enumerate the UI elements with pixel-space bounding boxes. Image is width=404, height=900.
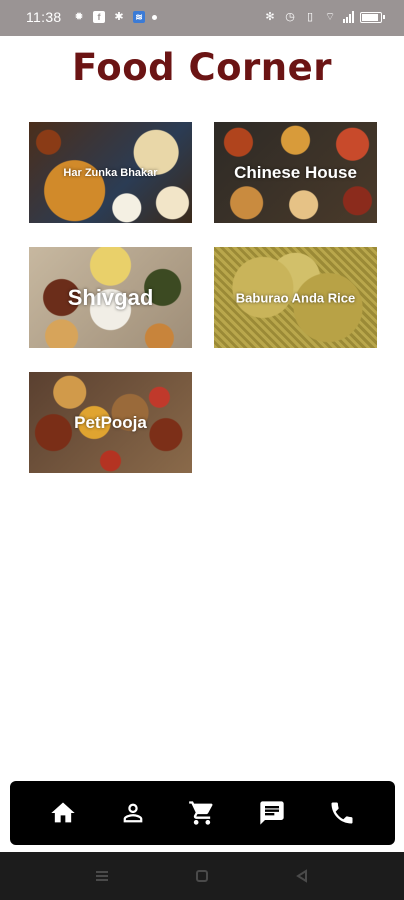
nav-phone-button[interactable] [322,793,362,833]
system-navigation-bar [0,852,404,900]
status-system-icons: ✻ ◷ ▯ ⌔ [263,10,385,24]
restaurant-name: Shivgad [67,284,154,310]
restaurant-name: Har Zunka Bhakar [63,166,158,179]
nav-home-button[interactable] [43,793,83,833]
restaurant-name: Baburao Anda Rice [235,290,356,305]
nav-chat-button[interactable] [252,793,292,833]
system-back-button[interactable] [292,866,312,886]
restaurant-card-chinese-house[interactable]: Chinese House [214,122,377,223]
menu-icon [96,871,108,881]
app-title: Food Corner [72,46,332,89]
restaurant-name: PetPooja [74,412,147,432]
chat-icon [260,801,284,825]
restaurant-card-petpooja[interactable]: PetPooja [29,372,192,473]
dot-icon [152,14,157,20]
home-icon [51,802,75,823]
battery-icon [360,11,385,23]
status-time: 11:38 [26,9,62,25]
alarm-icon: ◷ [285,11,295,23]
wifi-icon: ⌔ [324,11,336,23]
app-icon: ≋ [133,11,145,23]
profile-icon [123,803,143,823]
status-notification-icons: ✹ f ✱ ≋ [72,10,157,24]
status-bar: 11:38 ✹ f ✱ ≋ ✻ ◷ ▯ ⌔ [0,0,404,36]
nav-profile-button[interactable] [113,793,153,833]
system-home-button[interactable] [192,866,212,886]
restaurant-card-baburao-anda-rice[interactable]: Baburao Anda Rice [214,247,377,348]
cart-icon [189,801,213,825]
restaurant-name: Chinese House [234,162,357,182]
vibrate-icon: ▯ [306,11,314,23]
settings-icon: ✹ [74,11,84,23]
phone-icon [331,802,353,824]
app-screen: 11:38 ✹ f ✱ ≋ ✻ ◷ ▯ ⌔ Food Corner Har Zu… [0,0,404,900]
restaurant-card-shivgad[interactable]: Shivgad [29,247,192,348]
home-square-icon [196,870,208,882]
bluetooth-icon: ✻ [265,11,275,23]
facebook-icon: f [93,11,105,23]
back-icon [296,869,307,883]
restaurant-card-har-zunka-bhakar[interactable]: Har Zunka Bhakar [29,122,192,223]
nav-cart-button[interactable] [182,793,222,833]
messenger-icon: ✱ [114,11,124,23]
system-menu-button[interactable] [92,866,112,886]
signal-icon [343,11,354,23]
bottom-navigation [10,781,395,845]
